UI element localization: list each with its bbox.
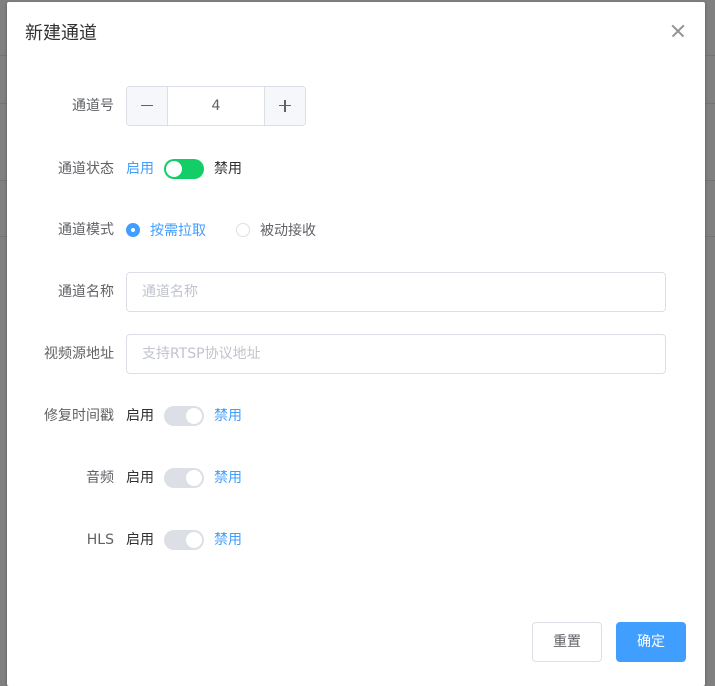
channel-mode-label: 通道模式 [58, 222, 114, 238]
audio-toggle[interactable] [164, 468, 204, 488]
channel-status-label: 通道状态 [58, 161, 114, 177]
radio-passive[interactable]: 被动接收 [236, 220, 316, 240]
hls-row: HLS 启用 禁用 [7, 520, 705, 560]
minus-icon[interactable] [127, 87, 168, 125]
fix-timestamp-label: 修复时间戳 [44, 408, 114, 424]
channel-status-row: 通道状态 启用 禁用 [7, 149, 705, 189]
radio-checked-icon[interactable] [126, 223, 140, 237]
channel-status-toggle[interactable] [164, 159, 204, 179]
radio-unchecked-icon[interactable] [236, 223, 250, 237]
toggle-knob [186, 532, 202, 548]
toggle-knob [166, 161, 182, 177]
plus-icon[interactable] [264, 87, 305, 125]
switch-off-text[interactable]: 禁用 [214, 149, 242, 189]
switch-on-text[interactable]: 启用 [126, 520, 154, 560]
channel-name-label: 通道名称 [58, 284, 114, 300]
switch-on-text[interactable]: 启用 [126, 458, 154, 498]
close-icon[interactable] [671, 24, 685, 38]
video-source-input[interactable] [126, 334, 666, 374]
fix-timestamp-switch-group: 启用 禁用 [126, 396, 242, 436]
confirm-button[interactable]: 确定 [616, 622, 686, 662]
hls-switch-group: 启用 禁用 [126, 520, 242, 560]
audio-switch-group: 启用 禁用 [126, 458, 242, 498]
switch-off-text[interactable]: 禁用 [214, 458, 242, 498]
switch-on-text[interactable]: 启用 [126, 149, 154, 189]
fix-timestamp-row: 修复时间戳 启用 禁用 [7, 396, 705, 436]
channel-number-row: 通道号 4 [7, 86, 705, 126]
toggle-knob [186, 470, 202, 486]
video-source-row: 视频源地址 [7, 334, 705, 374]
channel-number-stepper[interactable]: 4 [126, 86, 306, 126]
switch-off-text[interactable]: 禁用 [214, 396, 242, 436]
hls-toggle[interactable] [164, 530, 204, 550]
toggle-knob [186, 408, 202, 424]
dialog-title: 新建通道 [25, 23, 97, 44]
radio-label[interactable]: 被动接收 [260, 220, 316, 240]
channel-mode-radio-group: 按需拉取 被动接收 [126, 210, 346, 250]
reset-button[interactable]: 重置 [532, 622, 602, 662]
audio-row: 音频 启用 禁用 [7, 458, 705, 498]
switch-on-text[interactable]: 启用 [126, 396, 154, 436]
switch-off-text[interactable]: 禁用 [214, 520, 242, 560]
video-source-label: 视频源地址 [44, 346, 114, 362]
new-channel-dialog: 新建通道 通道号 4 通道状态 启用 禁用 通道模式 按需拉取 被动接收 通道名… [7, 2, 705, 686]
channel-name-input[interactable] [126, 272, 666, 312]
channel-name-row: 通道名称 [7, 272, 705, 312]
hls-label: HLS [86, 532, 114, 548]
radio-label[interactable]: 按需拉取 [150, 220, 206, 240]
channel-status-switch-group: 启用 禁用 [126, 149, 242, 189]
channel-number-label: 通道号 [72, 98, 114, 114]
radio-on-demand[interactable]: 按需拉取 [126, 220, 206, 240]
fix-timestamp-toggle[interactable] [164, 406, 204, 426]
channel-mode-row: 通道模式 按需拉取 被动接收 [7, 210, 705, 250]
audio-label: 音频 [86, 470, 114, 486]
channel-number-value[interactable]: 4 [168, 87, 264, 125]
